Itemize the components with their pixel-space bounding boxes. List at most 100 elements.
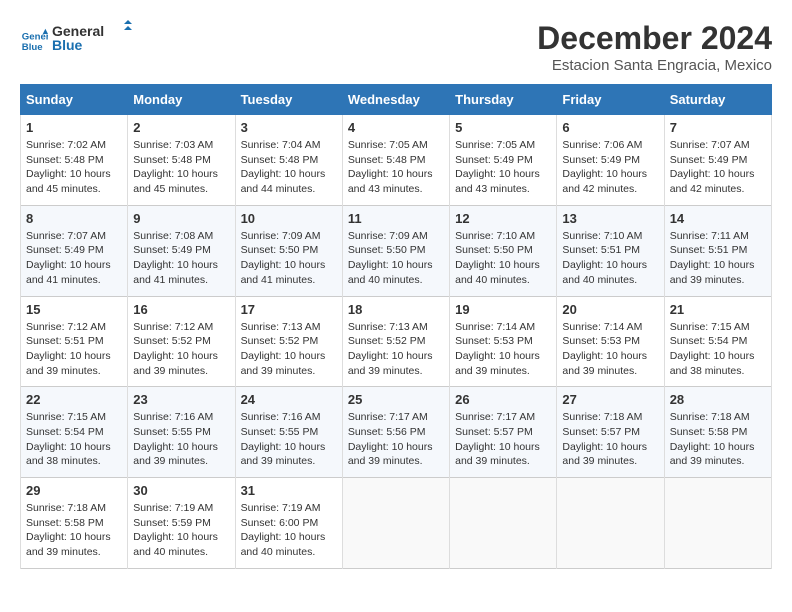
day-number: 22	[26, 392, 122, 407]
day-number: 19	[455, 302, 551, 317]
day-info: Sunrise: 7:07 AM Sunset: 5:49 PM Dayligh…	[26, 229, 122, 288]
day-info: Sunrise: 7:03 AM Sunset: 5:48 PM Dayligh…	[133, 138, 229, 197]
day-number: 31	[241, 483, 337, 498]
day-info: Sunrise: 7:06 AM Sunset: 5:49 PM Dayligh…	[562, 138, 658, 197]
calendar-cell	[557, 478, 664, 569]
svg-text:Blue: Blue	[22, 41, 43, 52]
month-title: December 2024	[537, 20, 772, 57]
calendar-cell: 10 Sunrise: 7:09 AM Sunset: 5:50 PM Dayl…	[235, 205, 342, 296]
weekday-header: Tuesday	[235, 85, 342, 115]
calendar-cell: 14 Sunrise: 7:11 AM Sunset: 5:51 PM Dayl…	[664, 205, 771, 296]
day-info: Sunrise: 7:19 AM Sunset: 5:59 PM Dayligh…	[133, 501, 229, 560]
day-info: Sunrise: 7:15 AM Sunset: 5:54 PM Dayligh…	[26, 410, 122, 469]
day-info: Sunrise: 7:19 AM Sunset: 6:00 PM Dayligh…	[241, 501, 337, 560]
calendar-week-row: 15 Sunrise: 7:12 AM Sunset: 5:51 PM Dayl…	[21, 296, 772, 387]
calendar-cell: 6 Sunrise: 7:06 AM Sunset: 5:49 PM Dayli…	[557, 115, 664, 206]
day-number: 2	[133, 120, 229, 135]
logo-svg: General Blue	[52, 20, 132, 56]
day-number: 7	[670, 120, 766, 135]
calendar-week-row: 1 Sunrise: 7:02 AM Sunset: 5:48 PM Dayli…	[21, 115, 772, 206]
calendar-cell: 4 Sunrise: 7:05 AM Sunset: 5:48 PM Dayli…	[342, 115, 449, 206]
day-info: Sunrise: 7:18 AM Sunset: 5:58 PM Dayligh…	[670, 410, 766, 469]
weekday-header: Monday	[128, 85, 235, 115]
calendar-week-row: 29 Sunrise: 7:18 AM Sunset: 5:58 PM Dayl…	[21, 478, 772, 569]
calendar-cell: 1 Sunrise: 7:02 AM Sunset: 5:48 PM Dayli…	[21, 115, 128, 206]
logo-icon: General Blue	[20, 27, 48, 55]
calendar-cell: 20 Sunrise: 7:14 AM Sunset: 5:53 PM Dayl…	[557, 296, 664, 387]
day-number: 13	[562, 211, 658, 226]
calendar-cell: 17 Sunrise: 7:13 AM Sunset: 5:52 PM Dayl…	[235, 296, 342, 387]
day-number: 20	[562, 302, 658, 317]
day-number: 24	[241, 392, 337, 407]
calendar-cell: 26 Sunrise: 7:17 AM Sunset: 5:57 PM Dayl…	[450, 387, 557, 478]
day-info: Sunrise: 7:16 AM Sunset: 5:55 PM Dayligh…	[133, 410, 229, 469]
day-number: 12	[455, 211, 551, 226]
page-header: General Blue General Blue December 2024 …	[20, 20, 772, 74]
day-info: Sunrise: 7:07 AM Sunset: 5:49 PM Dayligh…	[670, 138, 766, 197]
title-block: December 2024 Estacion Santa Engracia, M…	[537, 20, 772, 74]
calendar-cell: 31 Sunrise: 7:19 AM Sunset: 6:00 PM Dayl…	[235, 478, 342, 569]
day-info: Sunrise: 7:11 AM Sunset: 5:51 PM Dayligh…	[670, 229, 766, 288]
calendar-cell: 16 Sunrise: 7:12 AM Sunset: 5:52 PM Dayl…	[128, 296, 235, 387]
calendar-cell: 27 Sunrise: 7:18 AM Sunset: 5:57 PM Dayl…	[557, 387, 664, 478]
calendar-week-row: 8 Sunrise: 7:07 AM Sunset: 5:49 PM Dayli…	[21, 205, 772, 296]
day-info: Sunrise: 7:17 AM Sunset: 5:57 PM Dayligh…	[455, 410, 551, 469]
day-info: Sunrise: 7:09 AM Sunset: 5:50 PM Dayligh…	[348, 229, 444, 288]
calendar-cell: 7 Sunrise: 7:07 AM Sunset: 5:49 PM Dayli…	[664, 115, 771, 206]
calendar-cell: 12 Sunrise: 7:10 AM Sunset: 5:50 PM Dayl…	[450, 205, 557, 296]
day-number: 11	[348, 211, 444, 226]
calendar-cell: 3 Sunrise: 7:04 AM Sunset: 5:48 PM Dayli…	[235, 115, 342, 206]
calendar-cell: 15 Sunrise: 7:12 AM Sunset: 5:51 PM Dayl…	[21, 296, 128, 387]
day-number: 28	[670, 392, 766, 407]
calendar-cell: 5 Sunrise: 7:05 AM Sunset: 5:49 PM Dayli…	[450, 115, 557, 206]
calendar-cell: 23 Sunrise: 7:16 AM Sunset: 5:55 PM Dayl…	[128, 387, 235, 478]
location: Estacion Santa Engracia, Mexico	[537, 57, 772, 74]
day-info: Sunrise: 7:10 AM Sunset: 5:51 PM Dayligh…	[562, 229, 658, 288]
calendar-table: SundayMondayTuesdayWednesdayThursdayFrid…	[20, 84, 772, 569]
day-number: 26	[455, 392, 551, 407]
calendar-cell: 9 Sunrise: 7:08 AM Sunset: 5:49 PM Dayli…	[128, 205, 235, 296]
day-info: Sunrise: 7:08 AM Sunset: 5:49 PM Dayligh…	[133, 229, 229, 288]
day-info: Sunrise: 7:10 AM Sunset: 5:50 PM Dayligh…	[455, 229, 551, 288]
calendar-cell: 8 Sunrise: 7:07 AM Sunset: 5:49 PM Dayli…	[21, 205, 128, 296]
day-info: Sunrise: 7:09 AM Sunset: 5:50 PM Dayligh…	[241, 229, 337, 288]
day-number: 29	[26, 483, 122, 498]
weekday-header: Thursday	[450, 85, 557, 115]
day-info: Sunrise: 7:14 AM Sunset: 5:53 PM Dayligh…	[562, 320, 658, 379]
day-info: Sunrise: 7:02 AM Sunset: 5:48 PM Dayligh…	[26, 138, 122, 197]
day-number: 23	[133, 392, 229, 407]
day-info: Sunrise: 7:04 AM Sunset: 5:48 PM Dayligh…	[241, 138, 337, 197]
calendar-cell: 21 Sunrise: 7:15 AM Sunset: 5:54 PM Dayl…	[664, 296, 771, 387]
day-number: 17	[241, 302, 337, 317]
day-number: 25	[348, 392, 444, 407]
day-number: 15	[26, 302, 122, 317]
calendar-cell: 22 Sunrise: 7:15 AM Sunset: 5:54 PM Dayl…	[21, 387, 128, 478]
day-number: 10	[241, 211, 337, 226]
calendar-cell: 25 Sunrise: 7:17 AM Sunset: 5:56 PM Dayl…	[342, 387, 449, 478]
calendar-week-row: 22 Sunrise: 7:15 AM Sunset: 5:54 PM Dayl…	[21, 387, 772, 478]
calendar-cell: 18 Sunrise: 7:13 AM Sunset: 5:52 PM Dayl…	[342, 296, 449, 387]
day-info: Sunrise: 7:12 AM Sunset: 5:51 PM Dayligh…	[26, 320, 122, 379]
day-info: Sunrise: 7:05 AM Sunset: 5:49 PM Dayligh…	[455, 138, 551, 197]
weekday-header: Saturday	[664, 85, 771, 115]
weekday-header: Friday	[557, 85, 664, 115]
calendar-cell: 30 Sunrise: 7:19 AM Sunset: 5:59 PM Dayl…	[128, 478, 235, 569]
svg-text:Blue: Blue	[52, 37, 83, 53]
day-info: Sunrise: 7:13 AM Sunset: 5:52 PM Dayligh…	[348, 320, 444, 379]
day-info: Sunrise: 7:17 AM Sunset: 5:56 PM Dayligh…	[348, 410, 444, 469]
day-number: 4	[348, 120, 444, 135]
calendar-cell: 24 Sunrise: 7:16 AM Sunset: 5:55 PM Dayl…	[235, 387, 342, 478]
day-info: Sunrise: 7:14 AM Sunset: 5:53 PM Dayligh…	[455, 320, 551, 379]
day-info: Sunrise: 7:18 AM Sunset: 5:58 PM Dayligh…	[26, 501, 122, 560]
day-number: 16	[133, 302, 229, 317]
day-number: 14	[670, 211, 766, 226]
day-number: 27	[562, 392, 658, 407]
day-number: 21	[670, 302, 766, 317]
day-number: 30	[133, 483, 229, 498]
logo: General Blue General Blue	[20, 20, 132, 61]
weekday-header-row: SundayMondayTuesdayWednesdayThursdayFrid…	[21, 85, 772, 115]
day-number: 1	[26, 120, 122, 135]
calendar-cell: 11 Sunrise: 7:09 AM Sunset: 5:50 PM Dayl…	[342, 205, 449, 296]
weekday-header: Wednesday	[342, 85, 449, 115]
calendar-cell: 13 Sunrise: 7:10 AM Sunset: 5:51 PM Dayl…	[557, 205, 664, 296]
